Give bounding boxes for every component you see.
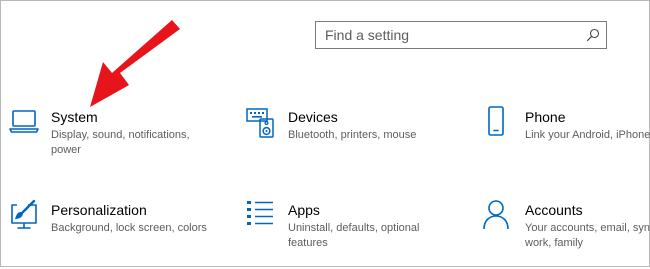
- category-description: Link your Android, iPhone: [525, 129, 650, 141]
- paint-brush-screen-icon: [8, 199, 40, 231]
- category-personalization[interactable]: Personalization Background, lock screen,…: [8, 199, 218, 269]
- category-description: Display, sound, notifications, power: [51, 129, 190, 156]
- category-description: Your accounts, email, sync, work, family: [525, 222, 650, 249]
- phone-icon: [482, 106, 514, 138]
- category-phone[interactable]: Phone Link your Android, iPhone: [482, 106, 650, 176]
- category-title: Phone: [525, 109, 566, 125]
- keyboard-speaker-icon: [245, 106, 277, 138]
- apps-list-icon: [245, 199, 277, 231]
- category-apps[interactable]: Apps Uninstall, defaults, optional featu…: [245, 199, 455, 269]
- laptop-icon: [8, 106, 40, 138]
- category-title: Accounts: [525, 202, 583, 218]
- category-devices[interactable]: Devices Bluetooth, printers, mouse: [245, 106, 455, 176]
- settings-window: System Display, sound, notifications, po…: [0, 0, 650, 267]
- person-icon: [482, 199, 514, 231]
- category-title: Devices: [288, 109, 338, 125]
- category-title: System: [51, 109, 98, 125]
- category-system[interactable]: System Display, sound, notifications, po…: [8, 106, 218, 176]
- category-description: Background, lock screen, colors: [51, 222, 207, 234]
- category-accounts[interactable]: Accounts Your accounts, email, sync, wor…: [482, 199, 650, 269]
- search-icon[interactable]: [586, 28, 600, 42]
- search-input[interactable]: [316, 22, 585, 48]
- search-box[interactable]: [315, 21, 607, 49]
- category-description: Uninstall, defaults, optional features: [288, 222, 420, 249]
- category-description: Bluetooth, printers, mouse: [288, 129, 417, 141]
- category-title: Apps: [288, 202, 320, 218]
- category-title: Personalization: [51, 202, 147, 218]
